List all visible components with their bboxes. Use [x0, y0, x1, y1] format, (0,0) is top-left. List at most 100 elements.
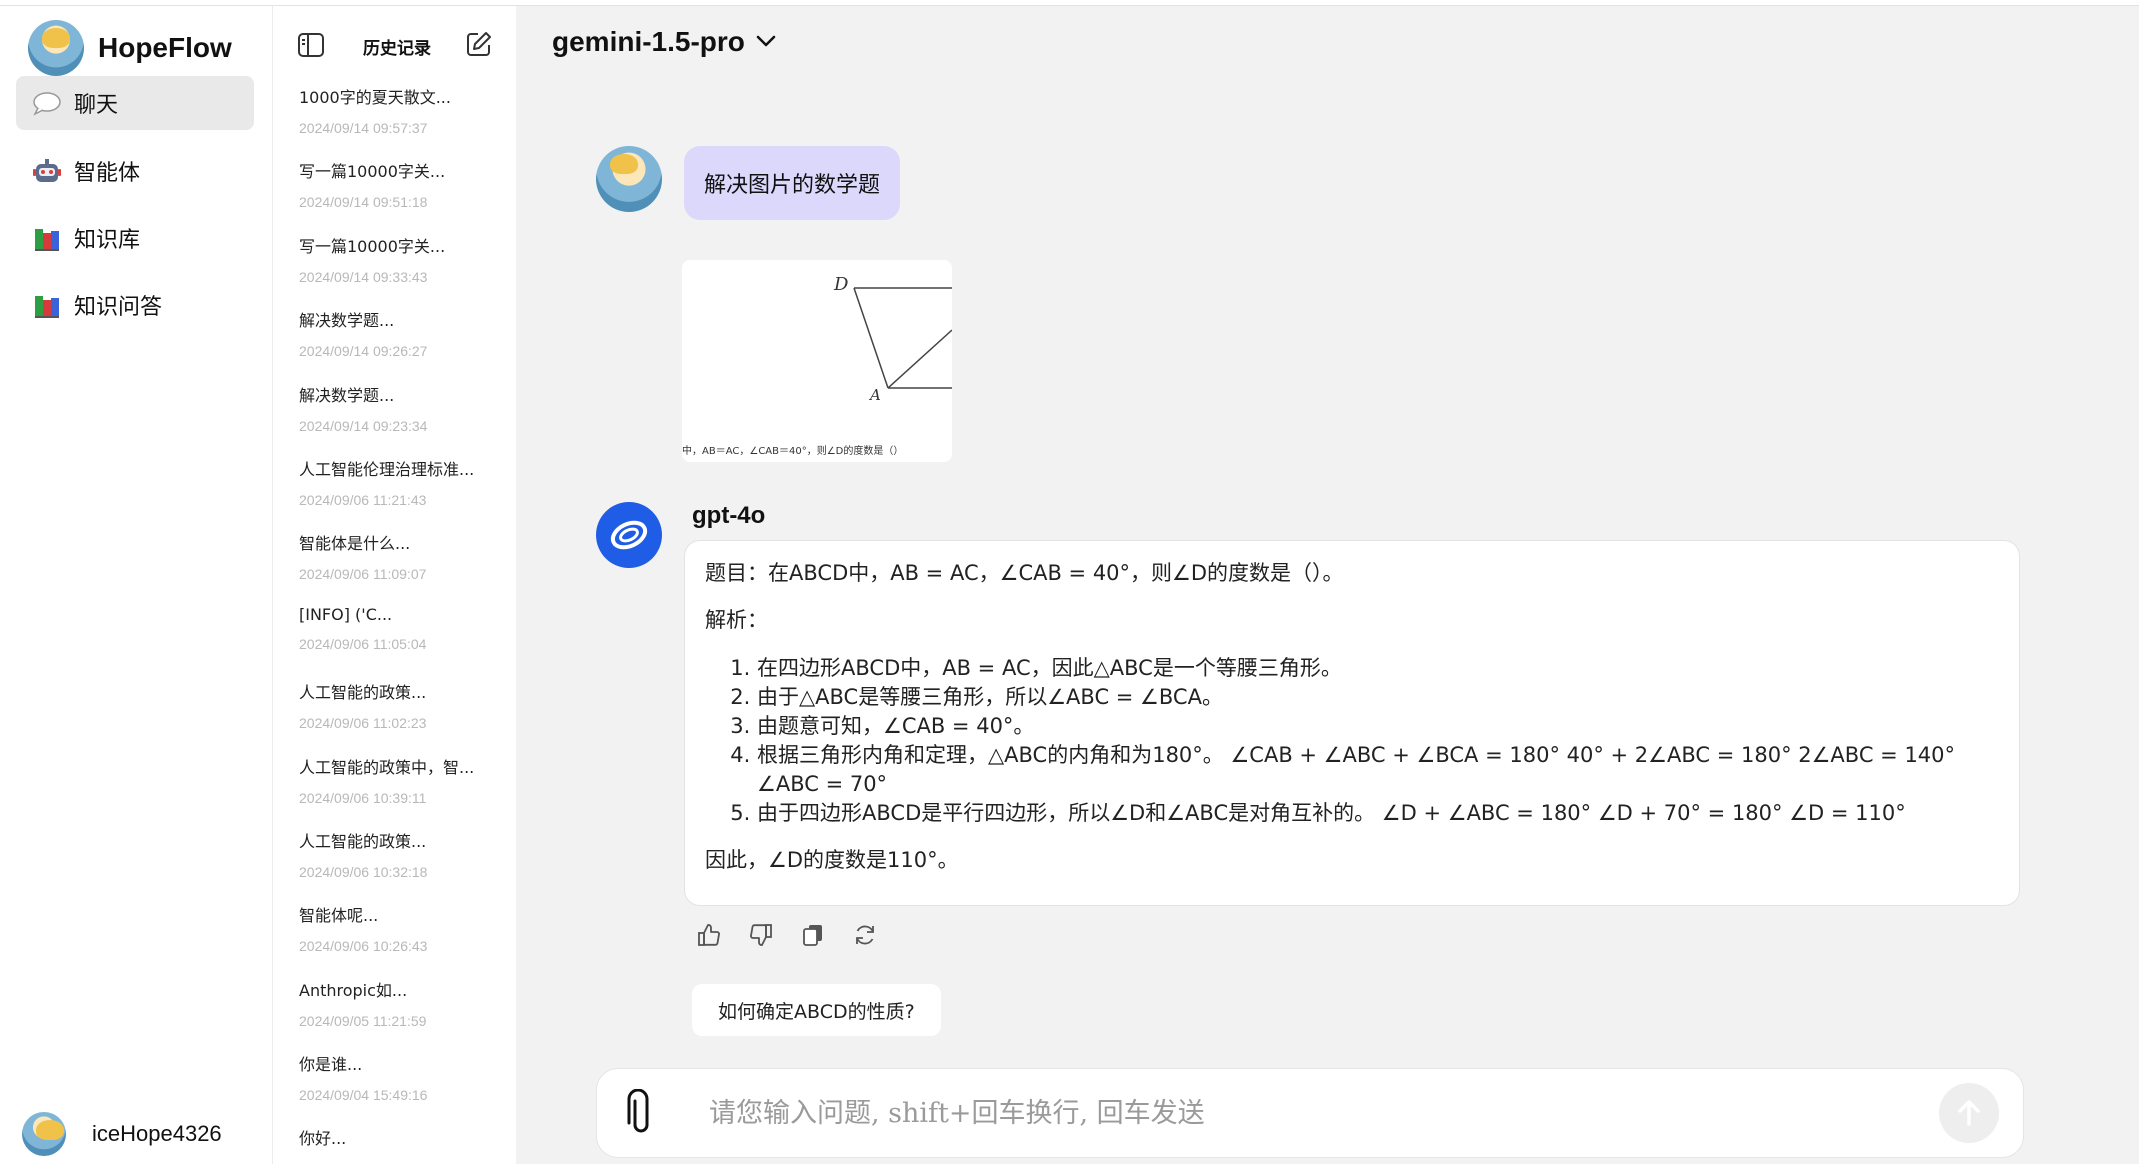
sidebar-item-label: 知识问答 [74, 295, 163, 320]
history-item-date: 2024/09/14 09:26:27 [299, 343, 428, 360]
history-item-title: 1000字的夏天散文... [299, 88, 451, 107]
brand-logo [28, 20, 84, 76]
sidebar-item-label: 聊天 [74, 93, 119, 118]
history-item[interactable]: 解决数学题... 2024/09/14 09:26:27 [299, 307, 509, 381]
message-actions [694, 920, 880, 950]
regenerate-icon[interactable] [850, 920, 880, 950]
vertex-label-a: A [868, 386, 881, 404]
history-item[interactable]: 写一篇10000字关... 2024/09/14 09:33:43 [299, 233, 509, 307]
history-item-title: 你好... [299, 1129, 347, 1149]
paperclip-icon[interactable] [621, 1088, 661, 1143]
bot-answer: 题目：在ABCD中，AB = AC，∠CAB = 40°，则∠D的度数是（）。 … [684, 540, 2020, 906]
history-item[interactable]: 1000字的夏天散文... 2024/09/14 09:57:37 [299, 84, 509, 158]
user-message: 解决图片的数学题 [684, 146, 901, 220]
sidebar-item-chat[interactable]: 聊天 [16, 76, 254, 130]
history-header: 历史记录 [273, 28, 516, 64]
sidebar-toggle-icon[interactable] [297, 32, 325, 62]
history-item-date: 2024/09/06 11:02:23 [299, 715, 427, 732]
history-item-title: 解决数学题... [299, 311, 395, 331]
history-item-title: 人工智能的政策... [299, 831, 427, 851]
model-selector[interactable]: gemini-1.5-pro [552, 26, 777, 58]
history-item[interactable]: [INFO] ('C... 2024/09/06 11:05:04 [299, 605, 509, 679]
image-caption: 中，AB＝AC，∠CAB＝40°，则∠D的度数是（） [682, 444, 903, 457]
suggested-question[interactable]: 如何确定ABCD的性质? [692, 984, 941, 1036]
send-button[interactable] [1939, 1083, 1999, 1143]
avatar [22, 1112, 66, 1156]
history-item-date: 2024/09/06 10:32:18 [299, 863, 428, 880]
answer-analysis-label: 解析： [705, 608, 768, 633]
user-profile[interactable]: iceHope4326 [22, 1112, 222, 1156]
history-item-date: 2024/09/05 11:21:59 [299, 1012, 427, 1029]
model-name: gemini-1.5-pro [552, 26, 745, 57]
bot-name: gpt-4o [692, 502, 766, 529]
chat-input[interactable] [709, 1087, 1879, 1139]
answer-step: 由于△ABC是等腰三角形，所以∠ABC = ∠BCA。 [757, 683, 1999, 712]
chat-main: gemini-1.5-pro 解决图片的数学题 D A 中，AB＝AC，∠CAB… [516, 6, 2139, 1164]
history-title: 历史记录 [363, 39, 431, 59]
history-item[interactable]: 智能体是什么... 2024/09/06 11:09:07 [299, 530, 509, 604]
history-item-title: 人工智能的政策... [299, 683, 427, 703]
username: iceHope4326 [92, 1121, 222, 1146]
history-item-title: 解决数学题... [299, 385, 395, 405]
user-avatar [596, 146, 662, 212]
books-icon [32, 223, 62, 253]
history-item-title: [INFO] ('C... [299, 604, 393, 624]
history-item-title: 智能体呢... [299, 906, 379, 926]
copy-icon[interactable] [798, 920, 828, 950]
chat-bubble-icon [32, 88, 62, 118]
new-chat-icon[interactable] [465, 30, 493, 62]
sidebar-item-knowledge-base[interactable]: 知识库 [16, 211, 254, 265]
history-item[interactable]: 人工智能的政策中，智... 2024/09/06 10:39:11 [299, 754, 509, 828]
history-item-title: 人工智能伦理治理标准... [299, 459, 475, 479]
vertex-label-d: D [833, 274, 849, 295]
history-item-title: 写一篇10000字关... [299, 162, 446, 182]
history-item-date: 2024/09/06 11:05:04 [299, 635, 427, 652]
history-item[interactable]: 解决数学题... 2024/09/14 09:23:34 [299, 382, 509, 456]
history-item[interactable]: 写一篇10000字关... 2024/09/14 09:51:18 [299, 158, 509, 232]
history-item-date: 2024/09/06 10:39:11 [299, 789, 427, 806]
history-item-date: 2024/09/14 09:57:37 [299, 120, 428, 136]
thumbs-down-icon[interactable] [746, 920, 776, 950]
history-panel: 历史记录 1000字的夏天散文... 2024/09/14 09:57:37 写一篇… [272, 6, 516, 1164]
history-item-date: 2024/09/14 09:33:43 [299, 268, 428, 285]
history-item[interactable]: 智能体呢... 2024/09/06 10:26:43 [299, 902, 509, 976]
books-icon [32, 290, 62, 320]
ring-logo-icon [610, 520, 648, 550]
history-item-date: 2024/09/14 09:23:34 [299, 417, 428, 434]
arrow-up-icon [1958, 1100, 1980, 1126]
history-item[interactable]: 人工智能伦理治理标准... 2024/09/06 11:21:43 [299, 456, 509, 530]
history-item[interactable]: 人工智能的政策... 2024/09/06 11:02:23 [299, 679, 509, 753]
geometry-figure: D A 中，AB＝AC，∠CAB＝40°，则∠D的度数是（） [682, 274, 952, 457]
left-sidebar: HopeFlow 聊天 智能体 知识库 知识问答 iceHope4326 [0, 6, 272, 1164]
brand[interactable]: HopeFlow [28, 20, 232, 76]
chevron-down-icon [755, 33, 777, 52]
history-item-date: 2024/09/06 11:09:07 [299, 566, 427, 583]
history-item-title: 你是谁... [299, 1055, 363, 1075]
answer-step: 由题意可知，∠CAB = 40°。 [757, 712, 1999, 741]
history-item[interactable]: 你好...2024/09/04 15:45:02 [299, 1125, 509, 1164]
history-item[interactable]: 你是谁... 2024/09/04 15:49:16 [299, 1051, 509, 1125]
history-item-date: 2024/09/06 10:26:43 [299, 938, 428, 955]
history-list: 1000字的夏天散文... 2024/09/14 09:57:37 写一篇10000… [299, 84, 509, 1164]
history-item-date: 2024/09/06 11:21:43 [299, 491, 427, 508]
composer [596, 1068, 2024, 1158]
sidebar-item-label: 知识库 [74, 228, 141, 253]
history-item-date: 2024/09/14 09:51:18 [299, 194, 428, 211]
history-item[interactable]: 人工智能的政策... 2024/09/06 10:32:18 [299, 828, 509, 902]
history-item[interactable]: Anthropic如... 2024/09/05 11:21:59 [299, 977, 509, 1051]
brand-name: HopeFlow [98, 32, 232, 63]
answer-conclusion: 因此，∠D的度数是110°。 [705, 847, 959, 872]
history-item-date: 2024/09/04 15:49:16 [299, 1087, 428, 1104]
history-item-title: 人工智能的政策中，智... [299, 757, 475, 777]
sidebar-item-knowledge-qa[interactable]: 知识问答 [16, 278, 254, 332]
answer-step: 根据三角形内角和定理，△ABC的内角和为180°。 ∠CAB + ∠ABC + … [757, 741, 1999, 799]
thumbs-up-icon[interactable] [694, 920, 724, 950]
answer-step: 由于四边形ABCD是平行四边形，所以∠D和∠ABC是对角互补的。 ∠D + ∠A… [757, 799, 1999, 828]
answer-steps: 在四边形ABCD中，AB = AC，因此△ABC是一个等腰三角形。 由于△ABC… [705, 654, 1999, 828]
sidebar-item-agents[interactable]: 智能体 [16, 144, 254, 198]
attached-image[interactable]: D A 中，AB＝AC，∠CAB＝40°，则∠D的度数是（） [682, 260, 952, 462]
history-item-title: 智能体是什么... [299, 534, 411, 554]
history-item-title: Anthropic如... [299, 980, 408, 1000]
sidebar-item-label: 智能体 [74, 161, 141, 186]
bot-avatar [596, 502, 662, 568]
